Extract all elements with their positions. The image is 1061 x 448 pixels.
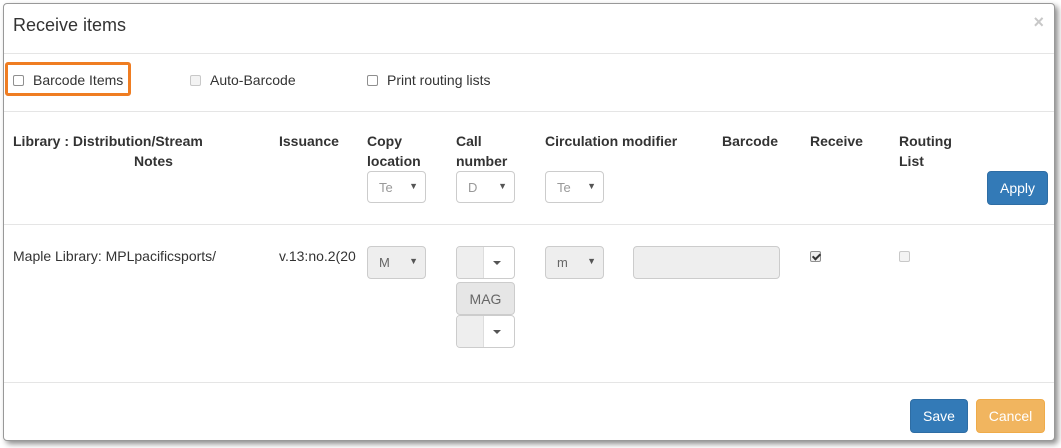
row-copy-location-value: M bbox=[379, 255, 390, 270]
barcode-items-option[interactable]: Barcode Items bbox=[13, 72, 123, 88]
row-receive-checkbox[interactable] bbox=[810, 251, 821, 262]
apply-button[interactable]: Apply bbox=[987, 171, 1048, 205]
header-call-number-line1: Call bbox=[456, 133, 482, 149]
options-bar: Barcode Items Auto-Barcode Print routing… bbox=[4, 53, 1054, 112]
row-call-number-prefix-select[interactable] bbox=[456, 246, 515, 279]
modal-header: Receive items × bbox=[4, 4, 1054, 54]
receive-items-modal: Receive items × Barcode Items Auto-Barco… bbox=[3, 3, 1055, 441]
row-library: Maple Library: MPLpacificsports/ bbox=[13, 248, 217, 264]
batch-copy-location-value: Te bbox=[379, 180, 393, 195]
chevron-down-icon: ▼ bbox=[498, 181, 507, 191]
chevron-down-icon: ▼ bbox=[409, 256, 418, 266]
batch-call-number-select[interactable]: D ▼ bbox=[456, 171, 515, 203]
batch-call-number-value: D bbox=[468, 180, 478, 195]
header-call-number: Call number bbox=[456, 131, 507, 171]
close-icon[interactable]: × bbox=[1033, 12, 1044, 33]
barcode-items-checkbox[interactable] bbox=[13, 74, 24, 86]
chevron-down-icon: ▼ bbox=[587, 256, 596, 266]
chevron-down-icon: ▼ bbox=[409, 181, 418, 191]
header-copy-location-line1: Copy bbox=[367, 133, 402, 149]
header-library-line1: Library : Distribution/Stream bbox=[13, 133, 203, 149]
footer-divider bbox=[4, 382, 1054, 383]
modal-title: Receive items bbox=[13, 15, 127, 35]
print-routing-label: Print routing lists bbox=[387, 72, 491, 88]
header-copy-location-line2: location bbox=[367, 153, 421, 169]
header-routing-line2: List bbox=[899, 153, 924, 169]
row-issuance: v.13:no.2(2018 bbox=[279, 248, 356, 264]
call-number-prefix-field bbox=[457, 247, 484, 278]
auto-barcode-option: Auto-Barcode bbox=[190, 72, 296, 88]
call-number-suffix-field bbox=[457, 316, 484, 347]
header-issuance: Issuance bbox=[279, 133, 339, 149]
row-barcode-input[interactable] bbox=[633, 246, 780, 279]
row-call-number-label[interactable]: MAG bbox=[456, 282, 515, 315]
batch-circ-modifier-value: Te bbox=[557, 180, 571, 195]
print-routing-checkbox[interactable] bbox=[367, 74, 378, 86]
batch-circ-modifier-select[interactable]: Te ▼ bbox=[545, 171, 604, 203]
header-receive: Receive bbox=[810, 133, 863, 149]
header-call-number-line2: number bbox=[456, 153, 508, 169]
header-routing-list: Routing List bbox=[899, 131, 952, 171]
header-routing-line1: Routing bbox=[899, 133, 952, 149]
caret-down-icon bbox=[493, 330, 501, 334]
cancel-button[interactable]: Cancel bbox=[976, 399, 1045, 433]
row-circ-modifier-value: m bbox=[557, 255, 568, 270]
row-call-number-suffix-select[interactable] bbox=[456, 315, 515, 348]
batch-copy-location-select[interactable]: Te ▼ bbox=[367, 171, 426, 203]
row-routing-checkbox bbox=[899, 251, 910, 262]
caret-down-icon bbox=[493, 261, 501, 265]
auto-barcode-checkbox bbox=[190, 74, 201, 86]
auto-barcode-label: Auto-Barcode bbox=[210, 72, 296, 88]
header-library-line2: Notes bbox=[134, 153, 173, 169]
header-copy-location: Copy location bbox=[367, 131, 421, 171]
row-circ-modifier-select[interactable]: m ▼ bbox=[545, 246, 604, 279]
header-divider bbox=[4, 224, 1054, 225]
header-library: Library : Distribution/Stream Notes bbox=[13, 131, 203, 171]
print-routing-option[interactable]: Print routing lists bbox=[367, 72, 490, 88]
row-copy-location-select[interactable]: M ▼ bbox=[367, 246, 426, 279]
barcode-items-label: Barcode Items bbox=[33, 72, 124, 88]
header-barcode: Barcode bbox=[722, 133, 779, 149]
chevron-down-icon: ▼ bbox=[587, 181, 596, 191]
save-button[interactable]: Save bbox=[910, 399, 968, 433]
header-circ-modifier: Circulation modifier bbox=[545, 133, 678, 149]
